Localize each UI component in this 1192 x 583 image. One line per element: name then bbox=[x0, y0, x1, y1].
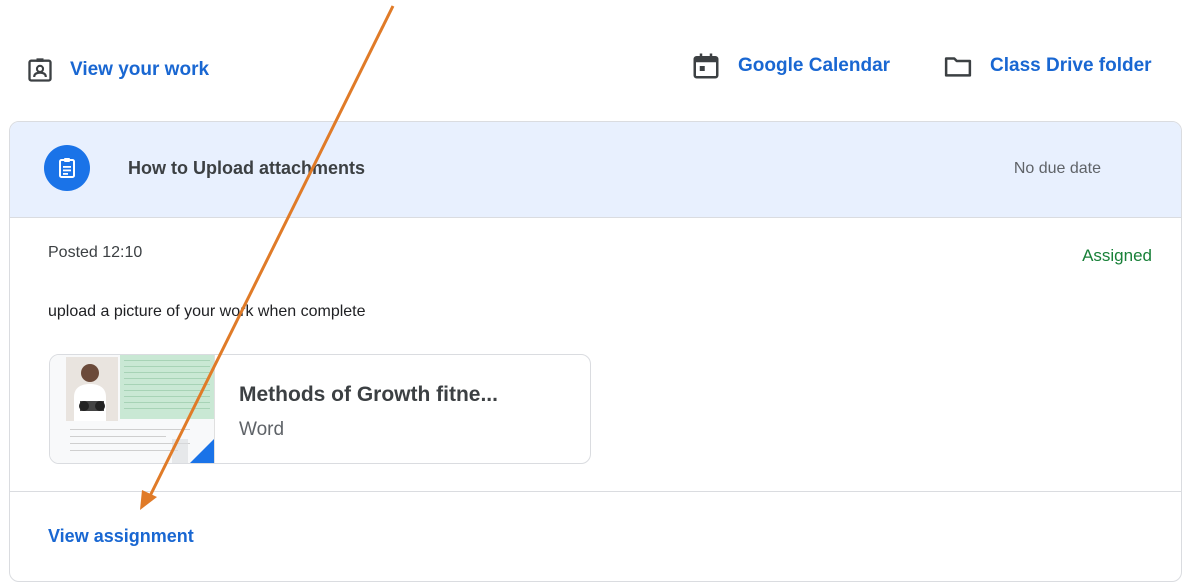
assignment-description: upload a picture of your work when compl… bbox=[48, 303, 366, 320]
assignment-title: How to Upload attachments bbox=[128, 158, 366, 178]
google-calendar-label: Google Calendar bbox=[738, 55, 891, 76]
view-your-work-label: View your work bbox=[70, 59, 210, 80]
google-calendar-link[interactable]: Google Calendar bbox=[690, 50, 890, 82]
attachment-card[interactable]: Methods of Growth fitne... Word bbox=[49, 354, 591, 464]
assignment-card-header[interactable]: How to Upload attachments No due date bbox=[10, 122, 1181, 218]
class-drive-folder-link[interactable]: Class Drive folder bbox=[942, 50, 1152, 82]
calendar-icon bbox=[690, 50, 722, 82]
view-assignment-link[interactable]: View assignment bbox=[48, 526, 194, 547]
attachment-thumbnail bbox=[50, 355, 215, 463]
attachment-type: Word bbox=[239, 419, 285, 440]
posted-time: Posted 12:10 bbox=[48, 244, 143, 261]
word-corner-icon bbox=[188, 439, 214, 463]
status-badge: Assigned bbox=[1082, 246, 1152, 265]
card-divider bbox=[10, 491, 1181, 492]
due-date: No due date bbox=[1013, 160, 1101, 177]
assignment-card: How to Upload attachments No due date Po… bbox=[9, 121, 1182, 582]
view-your-work-link[interactable]: View your work bbox=[24, 54, 209, 86]
class-drive-folder-label: Class Drive folder bbox=[990, 55, 1152, 76]
assignment-ind-icon bbox=[24, 54, 56, 86]
attachment-title: Methods of Growth fitne... bbox=[239, 383, 498, 406]
folder-icon bbox=[942, 50, 974, 82]
assignment-icon bbox=[44, 145, 90, 191]
class-top-links: View your work Google Calendar Class Dri… bbox=[0, 50, 1192, 90]
